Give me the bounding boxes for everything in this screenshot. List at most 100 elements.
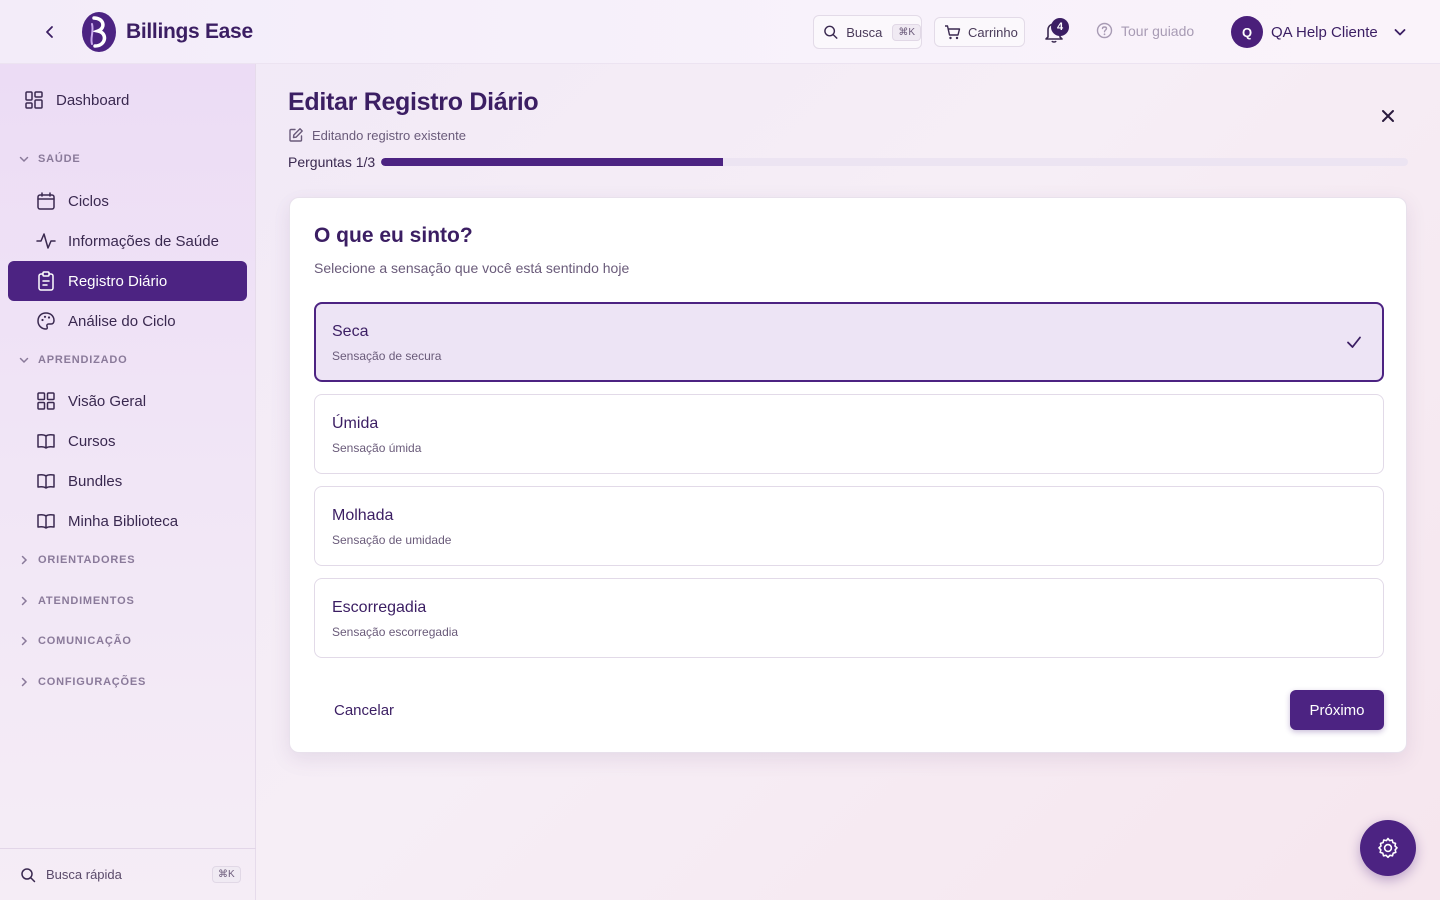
grid-icon (37, 392, 55, 410)
question-title: O que eu sinto? (314, 224, 473, 247)
section-label: SAÚDE (38, 153, 81, 165)
sidebar-item-label: Bundles (68, 472, 123, 490)
chevron-down-icon (19, 357, 29, 364)
cancel-button[interactable]: Cancelar (318, 692, 410, 728)
back-button[interactable] (38, 20, 62, 44)
chevron-down-icon (19, 156, 29, 163)
sidebar-item-visao-geral[interactable]: Visão Geral (36, 391, 146, 411)
quick-search-label: Busca rápida (46, 867, 122, 882)
sidebar-item-registro-diario[interactable]: Registro Diário (8, 261, 247, 301)
sidebar-item-informacoes[interactable]: Informações de Saúde (36, 231, 219, 251)
brand-logo[interactable]: Billings Ease (80, 10, 253, 54)
question-card: O que eu sinto? Selecione a sensação que… (289, 197, 1407, 753)
cart-label: Carrinho (968, 24, 1018, 40)
next-button[interactable]: Próximo (1290, 690, 1384, 730)
sidebar-item-label: Minha Biblioteca (68, 512, 179, 530)
progress-label: Perguntas 1/3 (288, 154, 376, 170)
option-description: Sensação úmida (332, 441, 422, 455)
page-subtitle: Editando registro existente (288, 127, 466, 143)
check-icon (1347, 336, 1361, 348)
sidebar-item-label: Informações de Saúde (68, 232, 219, 250)
sidebar-item-label: Análise do Ciclo (68, 312, 176, 330)
option-label: Seca (332, 323, 369, 340)
sidebar-section-orientadores[interactable]: ORIENTADORES (18, 554, 135, 566)
sidebar-item-cursos[interactable]: Cursos (36, 431, 116, 451)
settings-fab-button[interactable] (1360, 820, 1416, 876)
sidebar-item-analise[interactable]: Análise do Ciclo (36, 311, 176, 331)
section-label: COMUNICAÇÃO (38, 635, 132, 647)
clipboard-icon (38, 271, 54, 291)
top-bar: Billings Ease Busca ⌘K Carrinho 4 Tour g… (0, 0, 1440, 64)
sidebar-section-aprendizado[interactable]: APRENDIZADO (18, 354, 127, 366)
logo-icon (82, 12, 116, 52)
activity-icon (36, 233, 56, 249)
section-label: APRENDIZADO (38, 354, 128, 366)
option-description: Sensação escorregadia (332, 625, 459, 639)
option-seca[interactable]: Seca Sensação de secura (314, 302, 1384, 382)
sidebar-item-dashboard[interactable]: Dashboard (24, 90, 129, 110)
option-description: Sensação de umidade (332, 533, 452, 547)
quick-search-shortcut: ⌘K (212, 866, 241, 883)
sidebar-item-label: Ciclos (68, 192, 109, 210)
book-open-icon (37, 433, 55, 449)
option-umida[interactable]: Úmida Sensação úmida (314, 394, 1384, 474)
section-label: ORIENTADORES (38, 554, 136, 566)
option-molhada[interactable]: Molhada Sensação de umidade (314, 486, 1384, 566)
cart-icon (945, 25, 961, 40)
sidebar-item-bundles[interactable]: Bundles (36, 471, 122, 491)
sidebar-item-biblioteca[interactable]: Minha Biblioteca (36, 511, 178, 531)
chevron-right-icon (21, 677, 28, 687)
tour-label: Tour guiado (1121, 22, 1195, 39)
search-label: Busca (846, 24, 883, 40)
dashboard-icon (25, 91, 43, 109)
option-escorregadia[interactable]: Escorregadia Sensação escorregadia (314, 578, 1384, 658)
help-circle-icon (1096, 22, 1113, 39)
book-open-icon (37, 473, 55, 489)
close-button[interactable] (1376, 104, 1400, 128)
user-menu[interactable]: Q QA Help Cliente (1231, 16, 1408, 48)
option-label: Úmida (332, 415, 379, 432)
search-icon (21, 867, 36, 882)
brand-name: Billings Ease (126, 20, 253, 43)
option-label: Molhada (332, 507, 394, 524)
section-label: CONFIGURAÇÕES (38, 676, 147, 688)
chevron-down-icon (1394, 29, 1406, 36)
progress-bar (381, 158, 1408, 166)
user-name: QA Help Cliente (1271, 23, 1378, 41)
page-title: Editar Registro Diário (288, 88, 539, 116)
chevron-left-icon (46, 26, 53, 38)
notification-badge: 4 (1051, 18, 1069, 36)
sidebar-section-comunicacao[interactable]: COMUNICAÇÃO (18, 635, 132, 647)
search-icon (824, 25, 838, 39)
sidebar: Dashboard SAÚDE Ciclos Informações de Sa… (0, 64, 256, 900)
option-label: Escorregadia (332, 599, 427, 616)
avatar: Q (1231, 16, 1263, 48)
chevron-right-icon (21, 555, 28, 565)
search-button[interactable]: Busca ⌘K (813, 15, 922, 49)
option-description: Sensação de secura (332, 349, 442, 363)
search-shortcut: ⌘K (892, 23, 921, 41)
sidebar-section-atendimentos[interactable]: ATENDIMENTOS (18, 595, 135, 607)
close-icon (1382, 110, 1394, 122)
progress-fill (381, 158, 723, 166)
chevron-right-icon (21, 636, 28, 646)
calendar-icon (37, 192, 55, 210)
sidebar-section-saude[interactable]: SAÚDE (18, 153, 81, 165)
gear-icon (1378, 837, 1398, 859)
sidebar-item-label: Registro Diário (68, 272, 168, 290)
palette-icon (37, 312, 55, 330)
sidebar-item-label: Cursos (68, 432, 116, 450)
sidebar-section-configuracoes[interactable]: CONFIGURAÇÕES (18, 676, 146, 688)
book-open-icon (37, 513, 55, 529)
question-subtitle: Selecione a sensação que você está senti… (314, 260, 630, 276)
sidebar-item-label: Visão Geral (68, 392, 147, 410)
sidebar-item-ciclos[interactable]: Ciclos (36, 191, 109, 211)
quick-search-button[interactable]: Busca rápida ⌘K (0, 848, 256, 900)
sidebar-item-label: Dashboard (56, 91, 130, 109)
edit-icon (289, 128, 303, 142)
section-label: ATENDIMENTOS (38, 595, 135, 607)
chevron-right-icon (21, 596, 28, 606)
page-subtitle-text: Editando registro existente (312, 127, 466, 143)
cart-button[interactable]: Carrinho (934, 17, 1025, 47)
guided-tour-button[interactable]: Tour guiado (1096, 22, 1194, 39)
